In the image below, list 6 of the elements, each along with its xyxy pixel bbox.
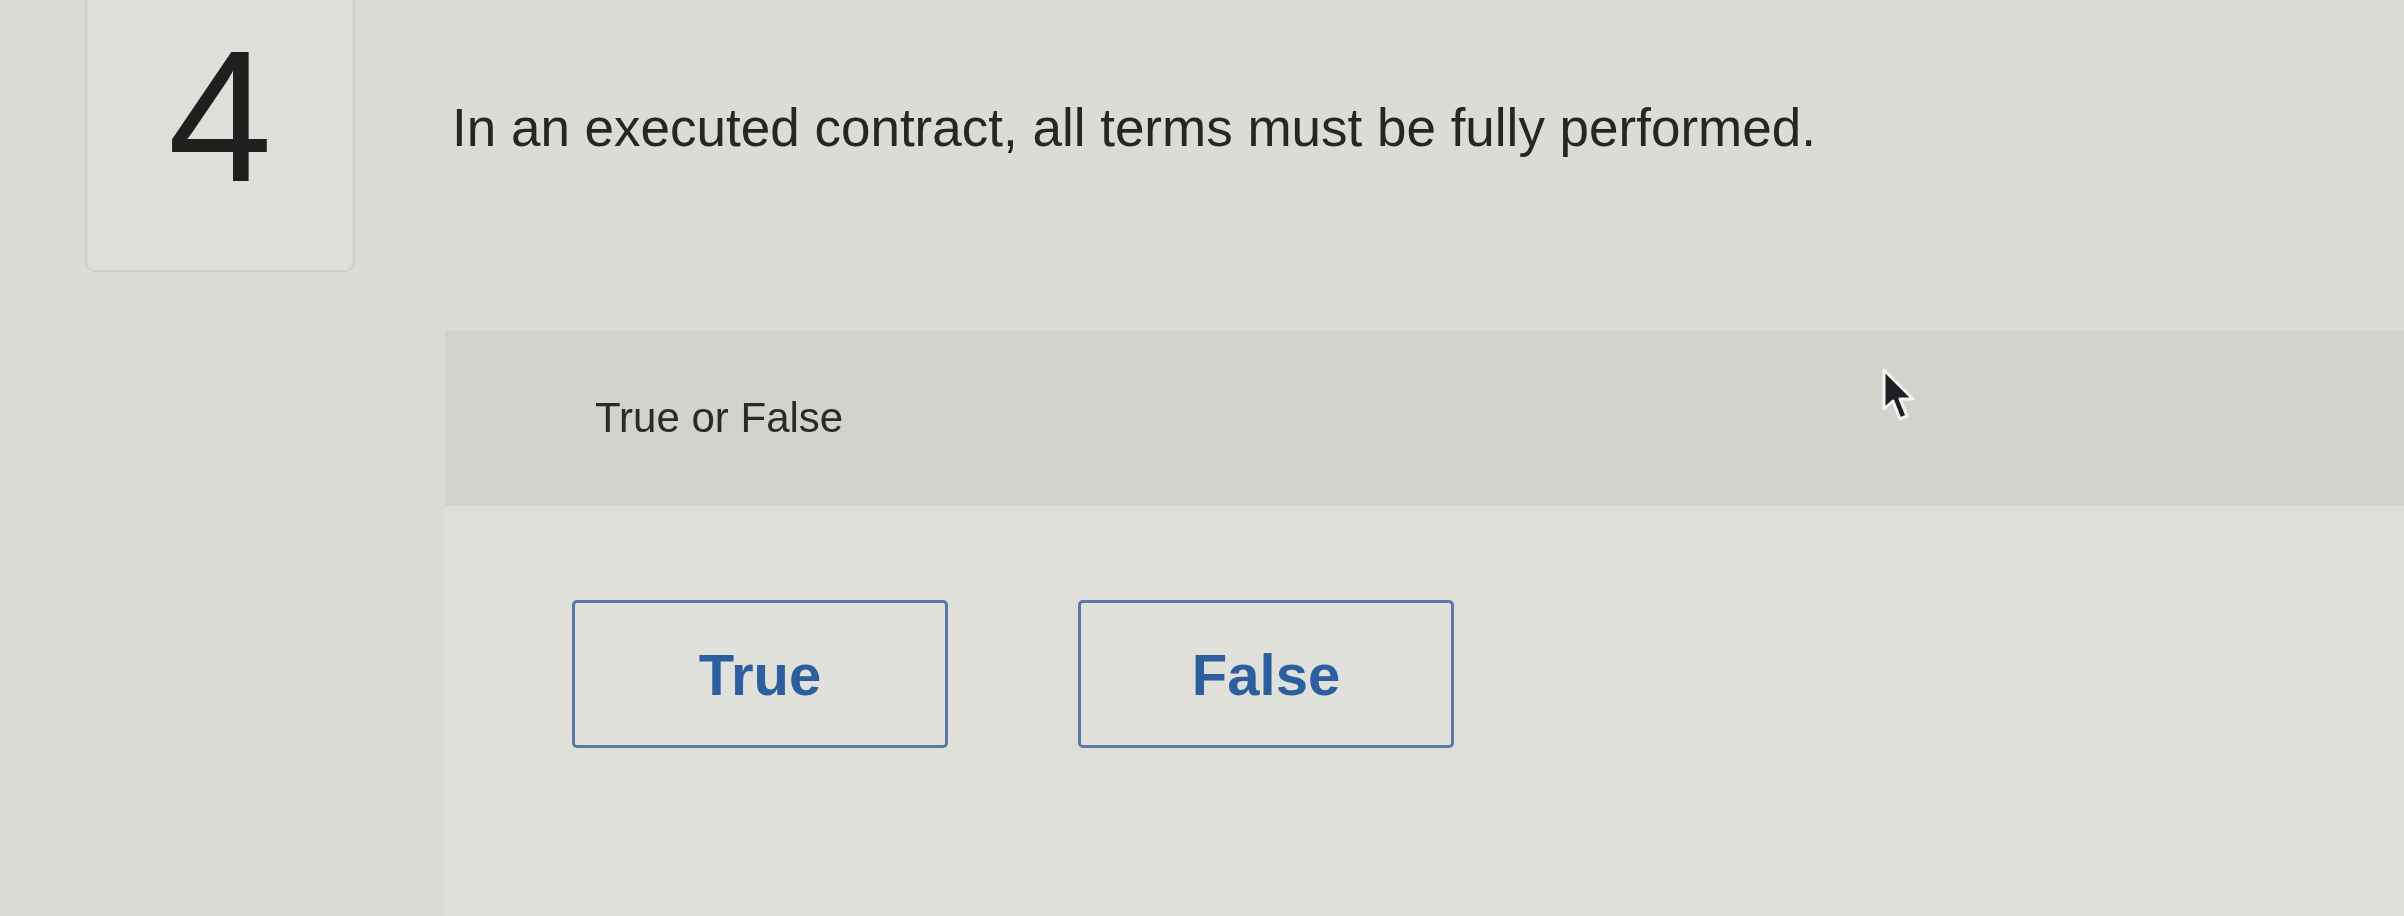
- answer-option-button[interactable]: False: [1078, 600, 1454, 748]
- question-text: In an executed contract, all terms must be fully performed.: [452, 97, 1816, 159]
- question-number: 4: [167, 22, 273, 212]
- mouse-pointer-icon: [1881, 367, 1917, 423]
- answer-option-button[interactable]: True: [572, 600, 948, 748]
- question-type-label: True or False: [595, 394, 844, 442]
